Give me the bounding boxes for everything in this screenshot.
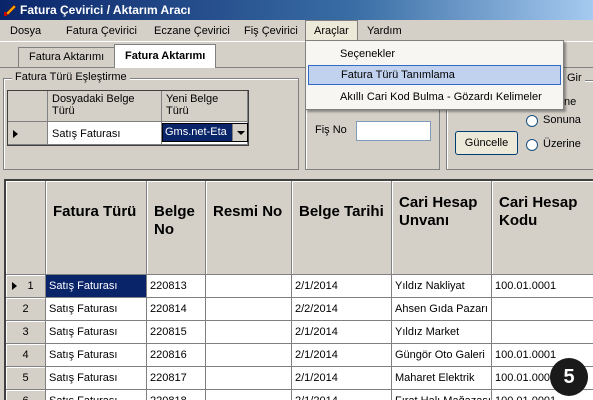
cell-cari-unvan[interactable]: Maharet Elektrik <box>392 367 492 390</box>
tab-fatura-aktarimi-2[interactable]: Fatura Aktarımı <box>114 44 217 68</box>
cell-belge-no[interactable]: 220818 <box>147 390 206 400</box>
cell-cari-kod[interactable] <box>492 298 593 321</box>
cell-fatura-turu[interactable]: Satış Faturası <box>46 344 147 367</box>
cell-resmi-no[interactable] <box>206 321 292 344</box>
cell-fatura-turu[interactable]: Satış Faturası <box>46 390 147 400</box>
radio-sonuna-label: Sonuna <box>543 114 581 126</box>
step-number-badge: 5 <box>550 358 588 396</box>
cell-resmi-no[interactable] <box>206 344 292 367</box>
cell-fatura-turu[interactable]: Satış Faturası <box>46 367 147 390</box>
row-header[interactable]: 3 <box>6 321 46 344</box>
grid-corner <box>8 91 48 122</box>
cell-belge-no[interactable]: 220815 <box>147 321 206 344</box>
current-row-arrow-icon <box>13 130 18 138</box>
yeni-belge-turu-combo[interactable]: Gms.net-Eta <box>162 123 248 142</box>
cell-belge-no[interactable]: 220817 <box>147 367 206 390</box>
row-header[interactable]: 4 <box>6 344 46 367</box>
col-belge-no[interactable]: Belge No <box>147 181 206 275</box>
tab-fatura-aktarimi-1[interactable]: Fatura Aktarımı <box>18 47 116 67</box>
combo-value: Gms.net-Eta <box>163 124 233 141</box>
menu-item-secenekler[interactable]: Seçenekler <box>308 44 561 64</box>
col-cari-hesap-kodu[interactable]: Cari Hesap Kodu <box>492 181 593 275</box>
update-group-title: Gir <box>564 72 585 84</box>
col-cari-hesap-unvani[interactable]: Cari Hesap Unvanı <box>392 181 492 275</box>
row-header[interactable]: 1 <box>6 275 46 298</box>
menu-eczane-cevirici[interactable]: Eczane Çevirici <box>146 20 238 42</box>
menu-araclar[interactable]: Araçlar <box>305 20 358 42</box>
cell-belge-tarihi[interactable]: 2/1/2014 <box>292 367 392 390</box>
cell-cari-unvan[interactable]: Yıldız Nakliyat <box>392 275 492 298</box>
cell-resmi-no[interactable] <box>206 390 292 400</box>
col-belge-tarihi[interactable]: Belge Tarihi <box>292 181 392 275</box>
menu-yardim[interactable]: Yardım <box>359 20 410 42</box>
mapping-source-cell[interactable]: Satış Faturası <box>48 122 162 145</box>
chevron-down-icon[interactable] <box>232 124 247 141</box>
cell-belge-no[interactable]: 220814 <box>147 298 206 321</box>
row-header[interactable]: 5 <box>6 367 46 390</box>
cell-resmi-no[interactable] <box>206 298 292 321</box>
col-header-yeni[interactable]: Yeni Belge Türü <box>162 91 248 122</box>
menu-item-akilli-cari-kod[interactable]: Akıllı Cari Kod Bulma - Gözardı Kelimele… <box>308 87 561 107</box>
cell-fatura-turu[interactable]: Satış Faturası <box>46 321 147 344</box>
menu-dosya[interactable]: Dosya <box>2 20 49 42</box>
radio-option-1-label: ne <box>564 96 577 108</box>
col-fatura-turu[interactable]: Fatura Türü <box>46 181 147 275</box>
cell-cari-unvan[interactable]: Yıldız Market <box>392 321 492 344</box>
cell-belge-tarihi[interactable]: 2/1/2014 <box>292 321 392 344</box>
araclar-dropdown: Seçenekler Fatura Türü Tanımlama Akıllı … <box>305 40 564 110</box>
radio-sonuna[interactable] <box>526 115 538 127</box>
cell-belge-tarihi[interactable]: 2/2/2014 <box>292 298 392 321</box>
fis-no-input[interactable] <box>356 121 431 141</box>
group-title: Fatura Türü Eşleştirme <box>12 71 130 83</box>
title-bar: Fatura Çevirici / Aktarım Aracı <box>0 0 593 20</box>
invoice-grid: Fatura Türü Belge No Resmi No Belge Tari… <box>4 179 593 400</box>
cell-fatura-turu[interactable]: Satış Faturası <box>46 275 147 298</box>
radio-uzerine[interactable] <box>526 139 538 151</box>
cell-belge-tarihi[interactable]: 2/1/2014 <box>292 275 392 298</box>
menu-fatura-cevirici[interactable]: Fatura Çevirici <box>58 20 145 42</box>
grid-corner-header <box>6 181 46 275</box>
fis-no-label: Fiş No <box>315 124 347 136</box>
col-header-dosyadaki[interactable]: Dosyadaki Belge Türü <box>48 91 162 122</box>
cell-belge-tarihi[interactable]: 2/1/2014 <box>292 390 392 400</box>
row-indicator <box>8 122 48 145</box>
col-resmi-no[interactable]: Resmi No <box>206 181 292 275</box>
cell-resmi-no[interactable] <box>206 367 292 390</box>
app-icon <box>4 4 17 16</box>
cell-cari-unvan[interactable]: Güngör Oto Galeri <box>392 344 492 367</box>
cell-belge-no[interactable]: 220816 <box>147 344 206 367</box>
row-header[interactable]: 2 <box>6 298 46 321</box>
menu-bar: Dosya Fatura Çevirici Eczane Çevirici Fi… <box>0 20 593 42</box>
current-row-arrow-icon <box>12 282 17 290</box>
window-title: Fatura Çevirici / Aktarım Aracı <box>20 3 191 17</box>
row-header[interactable]: 6 <box>6 390 46 400</box>
cell-belge-tarihi[interactable]: 2/1/2014 <box>292 344 392 367</box>
cell-cari-unvan[interactable]: Ahsen Gıda Pazarı <box>392 298 492 321</box>
radio-uzerine-label: Üzerine <box>543 138 581 150</box>
cell-belge-no[interactable]: 220813 <box>147 275 206 298</box>
menu-item-fatura-turu-tanimlama[interactable]: Fatura Türü Tanımlama <box>308 65 561 85</box>
cell-resmi-no[interactable] <box>206 275 292 298</box>
menu-fis-cevirici[interactable]: Fiş Çevirici <box>236 20 306 42</box>
cell-cari-kod[interactable]: 100.01.0001 <box>492 275 593 298</box>
cell-cari-kod[interactable] <box>492 321 593 344</box>
cell-fatura-turu[interactable]: Satış Faturası <box>46 298 147 321</box>
cell-cari-unvan[interactable]: Fırat Halı Mağazası <box>392 390 492 400</box>
guncelle-button[interactable]: Güncelle <box>455 131 518 155</box>
